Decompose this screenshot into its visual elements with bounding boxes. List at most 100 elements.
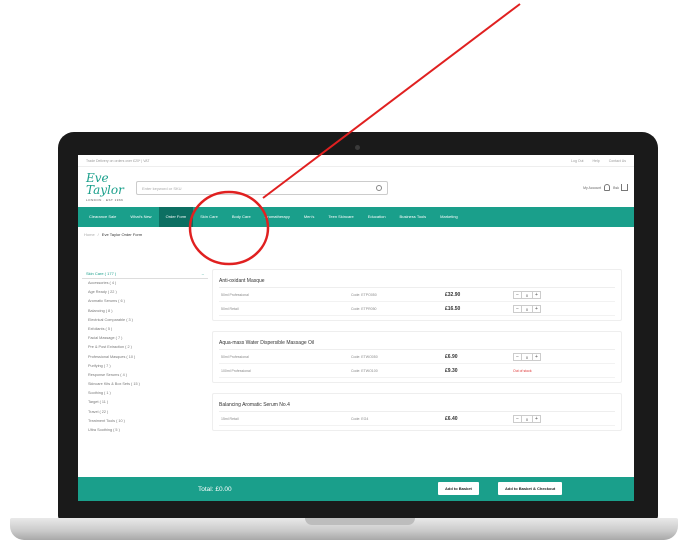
out-of-stock-label: Out of stock (513, 368, 532, 373)
sidebar-item[interactable]: Age Ready ( 22 ) (82, 288, 208, 297)
product-card: Aqua-mass Water Dispersible Massage Oil 5… (212, 331, 622, 383)
quantity-stepper: −0 + (513, 414, 541, 423)
minus-icon[interactable]: − (513, 414, 522, 423)
nav-item[interactable]: What's New (123, 207, 158, 227)
sidebar-item[interactable]: Exfoliants ( 5 ) (82, 325, 208, 334)
nav-item[interactable]: Marketing (433, 207, 465, 227)
site-header: Eve Taylor LONDON · EST 1966 Enter keywo… (78, 167, 634, 207)
account-label[interactable]: My Account (583, 186, 601, 190)
logout-link[interactable]: Log Out (571, 159, 583, 163)
nav-item[interactable]: Men's (297, 207, 322, 227)
breadcrumb: Home / Eve Taylor Order Form (78, 227, 634, 241)
variant-price: £9.30 (445, 367, 458, 374)
topbar-text: Trade Delivery on orders over £20* | VAT (86, 158, 150, 163)
sidebar-item[interactable]: Skincare Kits & Box Sets ( 15 ) (82, 380, 208, 389)
laptop-screen: Trade Delivery on orders over £20* | VAT… (78, 155, 634, 501)
sidebar-list: Accessories ( 4 ) Age Ready ( 22 ) Aromati… (82, 279, 208, 435)
sidebar-item[interactable]: Response Serums ( 4 ) (82, 371, 208, 380)
plus-icon[interactable]: + (532, 304, 541, 313)
sidebar-item[interactable]: Facial Massage ( 7 ) (82, 334, 208, 343)
search-input[interactable]: Enter keyword or SKU (136, 181, 388, 195)
sidebar-item[interactable]: Balancing ( 8 ) (82, 307, 208, 316)
nav-item[interactable]: Education (361, 207, 393, 227)
variant-price: £16.50 (445, 305, 461, 312)
variant-code: Code: EG4 (351, 416, 369, 421)
nav-item[interactable]: Body Care (225, 207, 258, 227)
sidebar-item[interactable]: Electrical Comparable ( 3 ) (82, 316, 208, 325)
plus-icon[interactable]: + (532, 352, 541, 361)
minus-icon[interactable]: − (513, 352, 522, 361)
search-placeholder: Enter keyword or SKU (142, 185, 182, 191)
collapse-icon[interactable]: – (202, 271, 204, 276)
logo-script: Eve Taylor (86, 171, 124, 197)
logo-sub: LONDON · EST 1966 (86, 198, 124, 202)
variant-price: £32.90 (445, 291, 461, 298)
product-variant-row: 50ml Professional Code: ETPO050 £32.90 −0 + (219, 288, 615, 302)
sidebar-item[interactable]: Target ( 11 ) (82, 398, 208, 407)
variant-name: 50ml Retail (221, 306, 239, 311)
sidebar-item[interactable]: Travel ( 22 ) (82, 408, 208, 417)
variant-price: £6.40 (445, 415, 458, 422)
breadcrumb-current: Eve Taylor Order Form (101, 231, 143, 237)
nav-item[interactable]: Order Form (158, 207, 194, 227)
nav-item[interactable]: Clearance Sale (82, 207, 123, 227)
plus-icon[interactable]: + (532, 290, 541, 299)
basket-label[interactable]: Bsk (613, 186, 619, 190)
sidebar-heading[interactable]: Skin Care ( 177 ) – (82, 269, 208, 279)
product-title[interactable]: Anti-oxidant Masque (219, 274, 615, 288)
breadcrumb-home[interactable]: Home (84, 232, 95, 237)
sidebar-item[interactable]: Professional Masques ( 10 ) (82, 353, 208, 362)
product-card: Balancing Aromatic Serum No.4 15ml Retail… (212, 393, 622, 431)
main-nav: Clearance Sale What's New Order Form Skin C… (78, 207, 634, 227)
quantity-stepper: −0 + (513, 304, 541, 313)
search-icon[interactable] (376, 185, 382, 191)
product-title[interactable]: Balancing Aromatic Serum No.4 (219, 398, 615, 412)
brand-logo[interactable]: Eve Taylor LONDON · EST 1966 (86, 171, 140, 202)
add-to-basket-button[interactable]: Add to Basket (438, 482, 479, 495)
variant-code: Code: ETWO050 (351, 354, 378, 359)
quantity-field[interactable]: 0 (522, 352, 532, 361)
sidebar-item[interactable]: Purifying ( 7 ) (82, 362, 208, 371)
quantity-field[interactable]: 0 (522, 290, 532, 299)
product-variant-row: 50ml Professional Code: ETWO050 £6.90 −0 + (219, 350, 615, 364)
quantity-stepper: −0 + (513, 290, 541, 299)
variant-name: 50ml Professional (221, 292, 249, 297)
sidebar-heading-label: Skin Care ( 177 ) (86, 271, 117, 276)
product-variant-row: 100ml Professional Code: ETWO100 £9.30 Out … (219, 364, 615, 378)
account-area: My Account Bsk (583, 184, 628, 191)
add-to-basket-checkout-button[interactable]: Add to Basket & Checkout (498, 482, 563, 495)
minus-icon[interactable]: − (513, 290, 522, 299)
contact-link[interactable]: Contact Us (609, 159, 626, 163)
variant-name: 15ml Retail (221, 416, 239, 421)
laptop-camera (355, 145, 360, 150)
order-form: Anti-oxidant Masque 50ml Professional Code… (212, 269, 622, 477)
nav-item[interactable]: Teen Skincare (321, 207, 360, 227)
variant-price: £6.90 (445, 353, 458, 360)
product-photo: Trade Delivery on orders over £20* | VAT… (0, 0, 688, 557)
category-sidebar: Skin Care ( 177 ) – Accessories ( 4 ) Age… (82, 269, 208, 477)
sidebar-item[interactable]: Soothing ( 1 ) (82, 389, 208, 398)
nav-item[interactable]: Business Tools (393, 207, 434, 227)
sidebar-item[interactable]: Aromatic Serums ( 6 ) (82, 297, 208, 306)
quantity-stepper: −0 + (513, 352, 541, 361)
user-icon[interactable] (604, 184, 611, 191)
variant-code: Code: ETWO100 (351, 368, 378, 373)
quantity-field[interactable]: 0 (522, 304, 532, 313)
sidebar-item[interactable]: Treatment Tools ( 10 ) (82, 417, 208, 426)
product-variant-row: 50ml Retail Code: ETPR050 £16.50 −0 + (219, 302, 615, 316)
sidebar-item[interactable]: Accessories ( 4 ) (82, 279, 208, 288)
product-title[interactable]: Aqua-mass Water Dispersible Massage Oil (219, 336, 615, 350)
basket-icon[interactable] (621, 184, 628, 191)
sidebar-item[interactable]: Pre & Post Extraction ( 2 ) (82, 343, 208, 352)
nav-item[interactable]: Aromatherapy (258, 207, 297, 227)
variant-name: 50ml Professional (221, 354, 249, 359)
plus-icon[interactable]: + (532, 414, 541, 423)
sidebar-item[interactable]: Ultra Soothing ( 5 ) (82, 426, 208, 435)
nav-item[interactable]: Skin Care (193, 207, 225, 227)
help-link[interactable]: Help (593, 159, 600, 163)
breadcrumb-separator: / (97, 231, 99, 237)
quantity-field[interactable]: 0 (522, 414, 532, 423)
laptop-notch (305, 518, 415, 525)
minus-icon[interactable]: − (513, 304, 522, 313)
order-total: Total: £0.00 (198, 485, 232, 493)
